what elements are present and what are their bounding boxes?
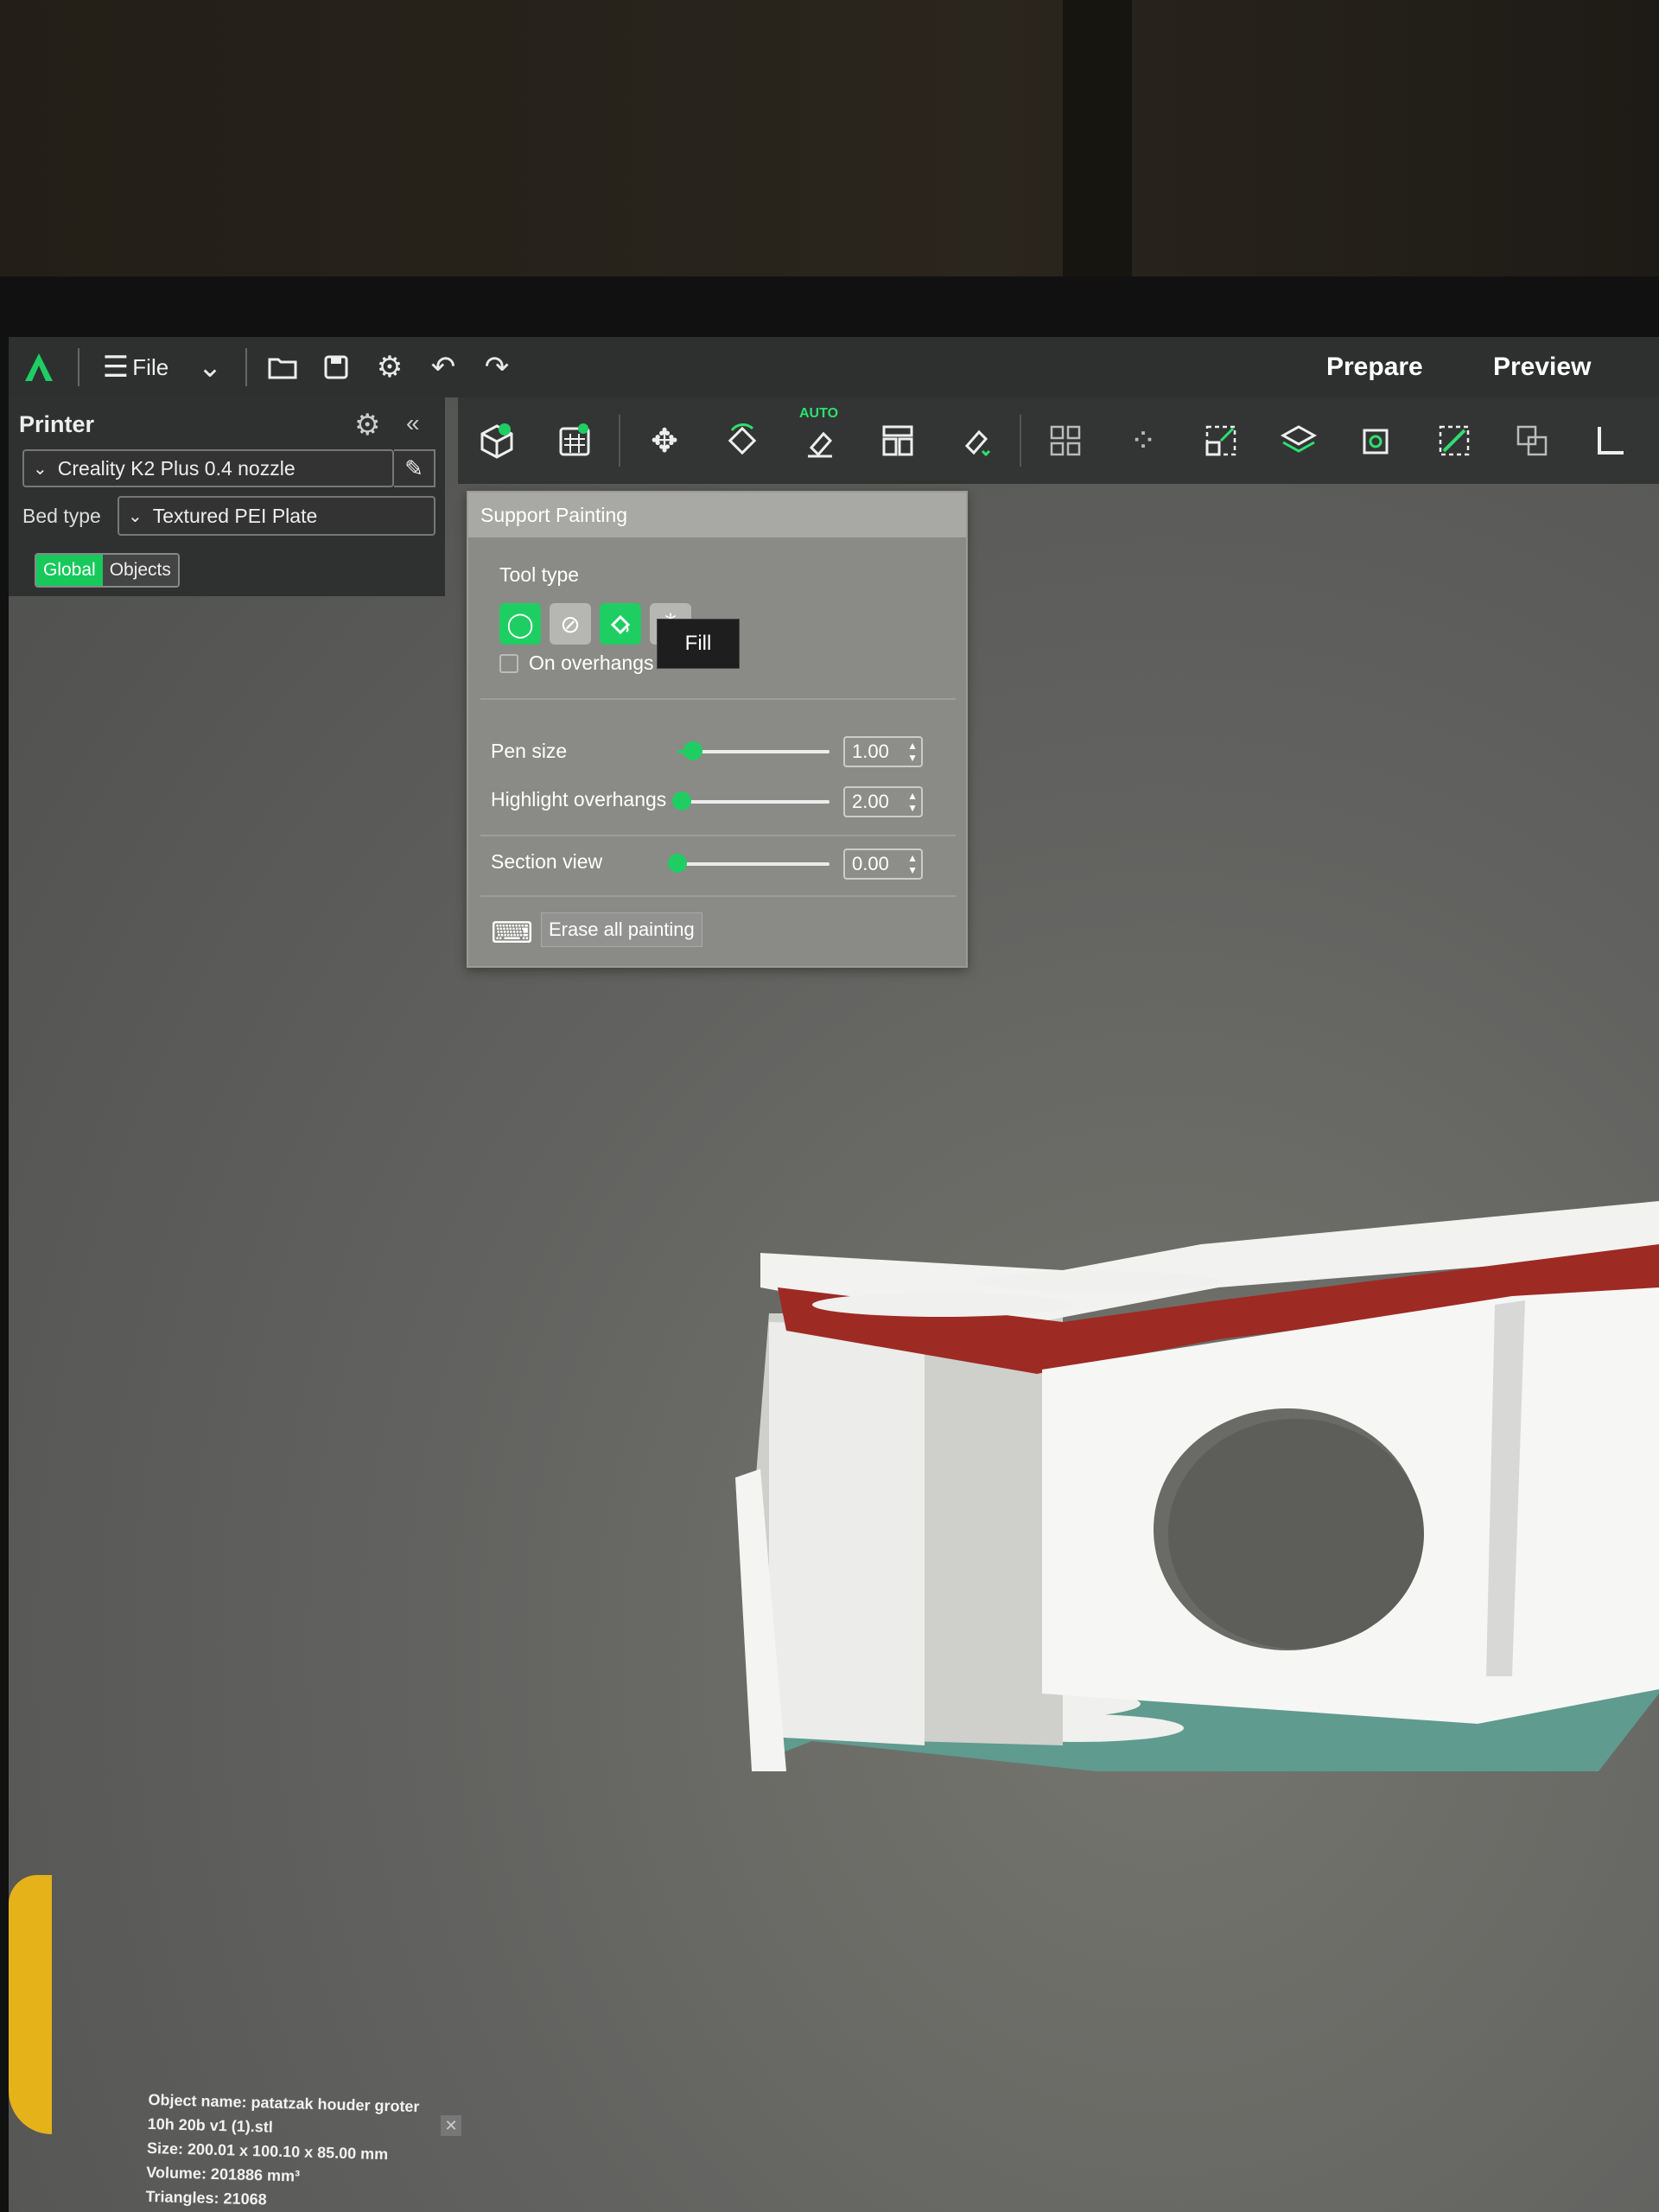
room-background [0,0,1659,294]
bed-type-value: Textured PEI Plate [152,504,318,527]
support-painting-panel: Support Painting Tool type ◯ ⊘ ⁂ Fill On… [467,491,968,968]
hollow-icon[interactable] [1345,410,1408,472]
spinner-arrows-icon[interactable]: ▲ ▼ [907,852,918,876]
highlight-overhangs-slider[interactable] [672,791,830,810]
section-view-label: Section view [491,850,603,873]
slider-handle[interactable] [668,854,687,873]
lay-on-face-icon[interactable] [944,410,1007,472]
sphere-brush-icon[interactable]: ⊘ [550,603,591,645]
arrange-icon[interactable] [867,410,929,472]
boolean-icon[interactable] [1501,410,1563,472]
circle-brush-icon[interactable]: ◯ [499,603,541,645]
model-slot [812,1293,1071,1317]
divider [619,415,620,467]
section-view-value: 0.00 [852,853,889,874]
edit-printer-button[interactable]: ✎ [394,449,435,487]
hamburger-icon: ☰ [102,351,130,384]
chevron-down-icon: ⌄ [33,459,48,479]
chevron-down-icon[interactable]: ⌄ [183,337,237,397]
divider [78,348,79,386]
split-parts-icon[interactable]: ⁘ [1112,410,1174,472]
spinner-arrows-icon[interactable]: ▲ ▼ [907,790,918,814]
top-bar: ☰ File ⌄ ⚙ ↶ ↷ Prepare Preview [9,337,1659,397]
model-left-panel [769,1322,925,1745]
erase-all-painting-button[interactable]: Erase all painting [541,912,702,947]
spinner-arrows-icon[interactable]: ▲ ▼ [907,740,918,764]
pen-size-value: 1.00 [852,741,889,762]
divider [1020,415,1021,467]
support-paint-icon[interactable] [1423,410,1485,472]
printer-settings-icon[interactable]: ⚙ [354,408,380,442]
pen-size-label: Pen size [491,740,568,762]
divider [480,895,956,897]
printer-select-value: Creality K2 Plus 0.4 nozzle [57,456,296,480]
on-overhangs-option[interactable]: On overhangs [499,652,653,675]
settings-gear-icon[interactable]: ⚙ [363,337,416,397]
add-plate-icon[interactable] [543,410,606,472]
save-icon[interactable] [309,337,363,397]
divider [480,698,956,700]
app-screen: ☰ File ⌄ ⚙ ↶ ↷ Prepare Preview Printer ⚙… [9,337,1659,2212]
cut-icon[interactable] [1268,410,1330,472]
room-doorframe [1063,0,1132,276]
pen-size-input[interactable]: 1.00 ▲ ▼ [843,736,923,767]
file-menu-button[interactable]: ☰ File [88,337,183,397]
auto-support-icon[interactable]: AUTO [789,406,851,472]
on-overhangs-checkbox[interactable] [499,653,518,673]
redo-icon[interactable]: ↷ [470,337,524,397]
app-logo-icon [9,337,69,397]
measure-icon[interactable] [1579,410,1641,472]
tab-preview[interactable]: Preview [1493,337,1591,397]
highlight-overhangs-label: Highlight overhangs [491,788,667,810]
model-hole-inner [1168,1419,1424,1649]
section-view-slider[interactable] [668,854,830,873]
section-view-input[interactable]: 0.00 ▲ ▼ [843,849,923,880]
slider-handle[interactable] [672,791,692,810]
on-overhangs-label: On overhangs [529,652,654,674]
bed-type-select[interactable]: ⌄ Textured PEI Plate [118,496,435,536]
split-objects-icon[interactable] [1034,410,1096,472]
tab-objects[interactable]: Objects [102,555,178,586]
keyboard-icon[interactable]: ⌨ [491,916,533,950]
pencil-icon: ✎ [404,454,423,481]
model-slot [976,1271,1218,1292]
close-icon[interactable]: ✕ [441,2115,461,2136]
collapse-panel-icon[interactable]: « [406,410,420,437]
printer-title: Printer [19,411,95,437]
printer-panel: Printer ⚙ « ⌄ Creality K2 Plus 0.4 nozzl… [9,397,445,596]
open-folder-icon[interactable] [256,337,309,397]
fill-bucket-icon[interactable] [600,603,641,645]
global-objects-switch: Global Objects [35,553,180,588]
divider [245,348,247,386]
printer-select[interactable]: ⌄ Creality K2 Plus 0.4 nozzle [22,449,394,487]
file-label: File [132,353,169,380]
highlight-overhangs-input[interactable]: 2.00 ▲ ▼ [843,786,923,817]
move-icon[interactable]: ✥ [633,410,696,472]
yellow-object [9,1875,52,2134]
undo-icon[interactable]: ↶ [416,337,470,397]
object-toolbar: ✥ AUTO ⁘ [458,397,1659,484]
chevron-down-icon: ⌄ [128,506,143,526]
auto-tag: AUTO [799,406,839,421]
bed-type-label: Bed type [22,505,101,527]
tab-global[interactable]: Global [36,555,103,586]
object-info: Object name: patatzak houder groter 10h … [145,2088,420,2212]
fill-tooltip: Fill [657,619,740,669]
panel-title: Support Painting [468,493,966,537]
pen-size-slider[interactable] [677,741,830,760]
tab-prepare[interactable]: Prepare [1326,337,1423,397]
divider [480,835,956,836]
slider-handle[interactable] [683,741,702,760]
add-object-icon[interactable] [466,410,528,472]
tool-type-label: Tool type [499,563,580,586]
highlight-overhangs-value: 2.00 [852,791,889,812]
auto-orient-icon[interactable] [711,410,773,472]
scale-icon[interactable] [1190,410,1252,472]
